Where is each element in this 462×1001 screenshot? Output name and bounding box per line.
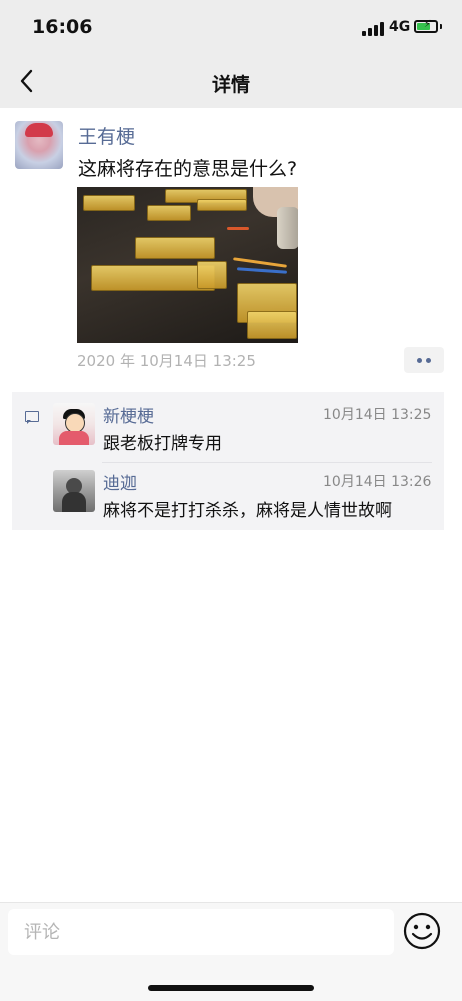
- comment-bar: [0, 902, 462, 1001]
- dot-icon: [417, 358, 422, 363]
- post-photo[interactable]: [77, 187, 298, 343]
- comment-text[interactable]: 跟老板打牌专用: [103, 429, 222, 454]
- comment-input[interactable]: [8, 909, 394, 955]
- page-title: 详情: [211, 74, 250, 96]
- commenter-avatar[interactable]: [53, 470, 95, 512]
- author-avatar[interactable]: [15, 121, 63, 169]
- battery-icon: ⚡: [414, 19, 438, 33]
- signal-icon: [362, 22, 384, 36]
- status-time: 16:06: [32, 16, 93, 38]
- emoji-button[interactable]: [402, 911, 442, 951]
- status-bar: 16:06 4G ⚡: [0, 0, 462, 56]
- comment-divider: [102, 462, 432, 463]
- home-indicator: [148, 985, 314, 991]
- nav-bar: 详情: [0, 56, 462, 108]
- commenter-name[interactable]: 新梗梗: [103, 402, 154, 427]
- comment-time: 10月14日 13:26: [323, 474, 432, 490]
- post-author[interactable]: 王有梗: [78, 122, 135, 149]
- comments-section: 新梗梗 10月14日 13:25 跟老板打牌专用 迪迦 10月14日 13:26…: [12, 392, 444, 530]
- commenter-avatar[interactable]: [53, 403, 95, 445]
- battery-tip: [440, 24, 442, 29]
- more-button[interactable]: [404, 347, 444, 373]
- smiley-icon: [403, 912, 441, 950]
- comment-time: 10月14日 13:25: [323, 407, 432, 423]
- network-type: 4G: [389, 19, 411, 35]
- post-text: 这麻将存在的意思是什么?: [78, 158, 298, 180]
- post-timestamp: 2020 年 10月14日 13:25: [77, 352, 256, 370]
- comment-icon: [25, 411, 39, 424]
- commenter-name[interactable]: 迪迦: [103, 469, 137, 494]
- dot-icon: [426, 358, 431, 363]
- comment-text[interactable]: 麻将不是打打杀杀，麻将是人情世故啊: [103, 496, 392, 521]
